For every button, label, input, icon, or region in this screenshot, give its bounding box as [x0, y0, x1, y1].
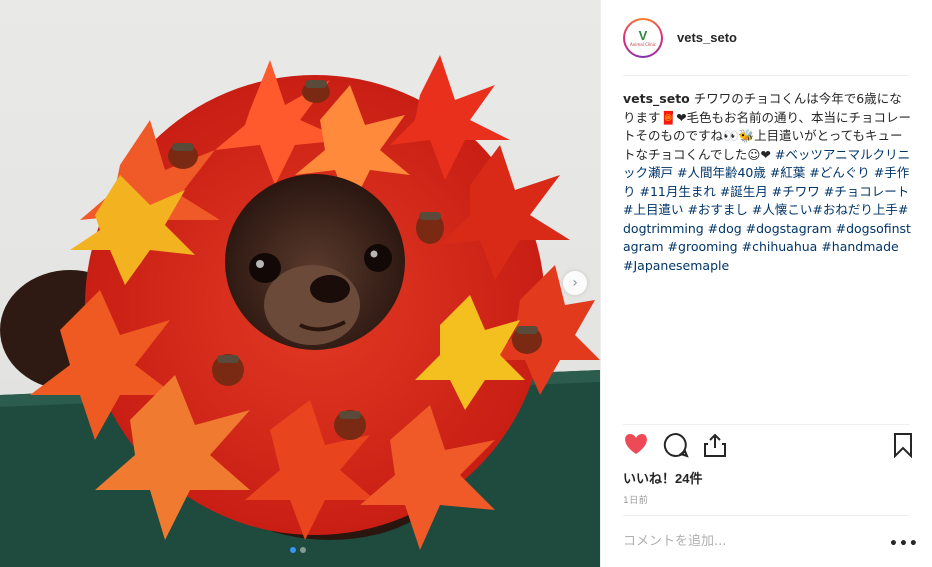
bookmark-icon[interactable]	[893, 432, 913, 458]
heart-icon[interactable]	[623, 432, 649, 456]
share-icon[interactable]	[703, 432, 727, 458]
clinic-logo-mark: V	[638, 27, 648, 43]
comment-icon[interactable]	[663, 432, 689, 458]
post-timestamp[interactable]: 1日前	[623, 493, 648, 506]
action-bar	[623, 432, 915, 462]
caption-hashtags[interactable]: #ベッツアニマルクリニック瀬戸 #人間年齢40歳 #紅葉 #どんぐり #手作り …	[623, 147, 911, 273]
next-photo-button[interactable]: ›	[563, 271, 587, 295]
avatar[interactable]: V Animal Clinic	[623, 17, 663, 58]
instagram-post: › V Animal Clinic vets_seto vets_seto チワワ…	[0, 0, 932, 567]
post-side-panel: V Animal Clinic vets_seto vets_seto チワワのチ…	[600, 0, 932, 567]
clinic-logo-text: Animal Clinic	[630, 41, 656, 47]
post-caption: vets_seto チワワのチョコくんは今年で6歳になります🧧❤毛色もお名前の通り…	[623, 90, 913, 275]
more-options-icon[interactable]: •••	[889, 536, 919, 552]
carousel-indicator	[290, 547, 306, 553]
header-divider	[623, 75, 910, 76]
post-photo[interactable]: ›	[0, 0, 600, 567]
carousel-dot	[300, 547, 306, 553]
comment-divider	[623, 515, 910, 516]
username-link[interactable]: vets_seto	[677, 30, 737, 45]
post-header: V Animal Clinic vets_seto	[601, 0, 932, 75]
chevron-right-icon: ›	[572, 275, 578, 291]
avatar-logo: V Animal Clinic	[625, 19, 661, 56]
actions-divider	[623, 424, 910, 425]
like-count[interactable]: いいね！24件	[623, 468, 702, 487]
caption-username-link[interactable]: vets_seto	[623, 91, 690, 106]
comment-input[interactable]	[623, 530, 873, 552]
chihuahua-maple-wreath-image	[0, 55, 600, 567]
carousel-dot-active	[290, 547, 296, 553]
